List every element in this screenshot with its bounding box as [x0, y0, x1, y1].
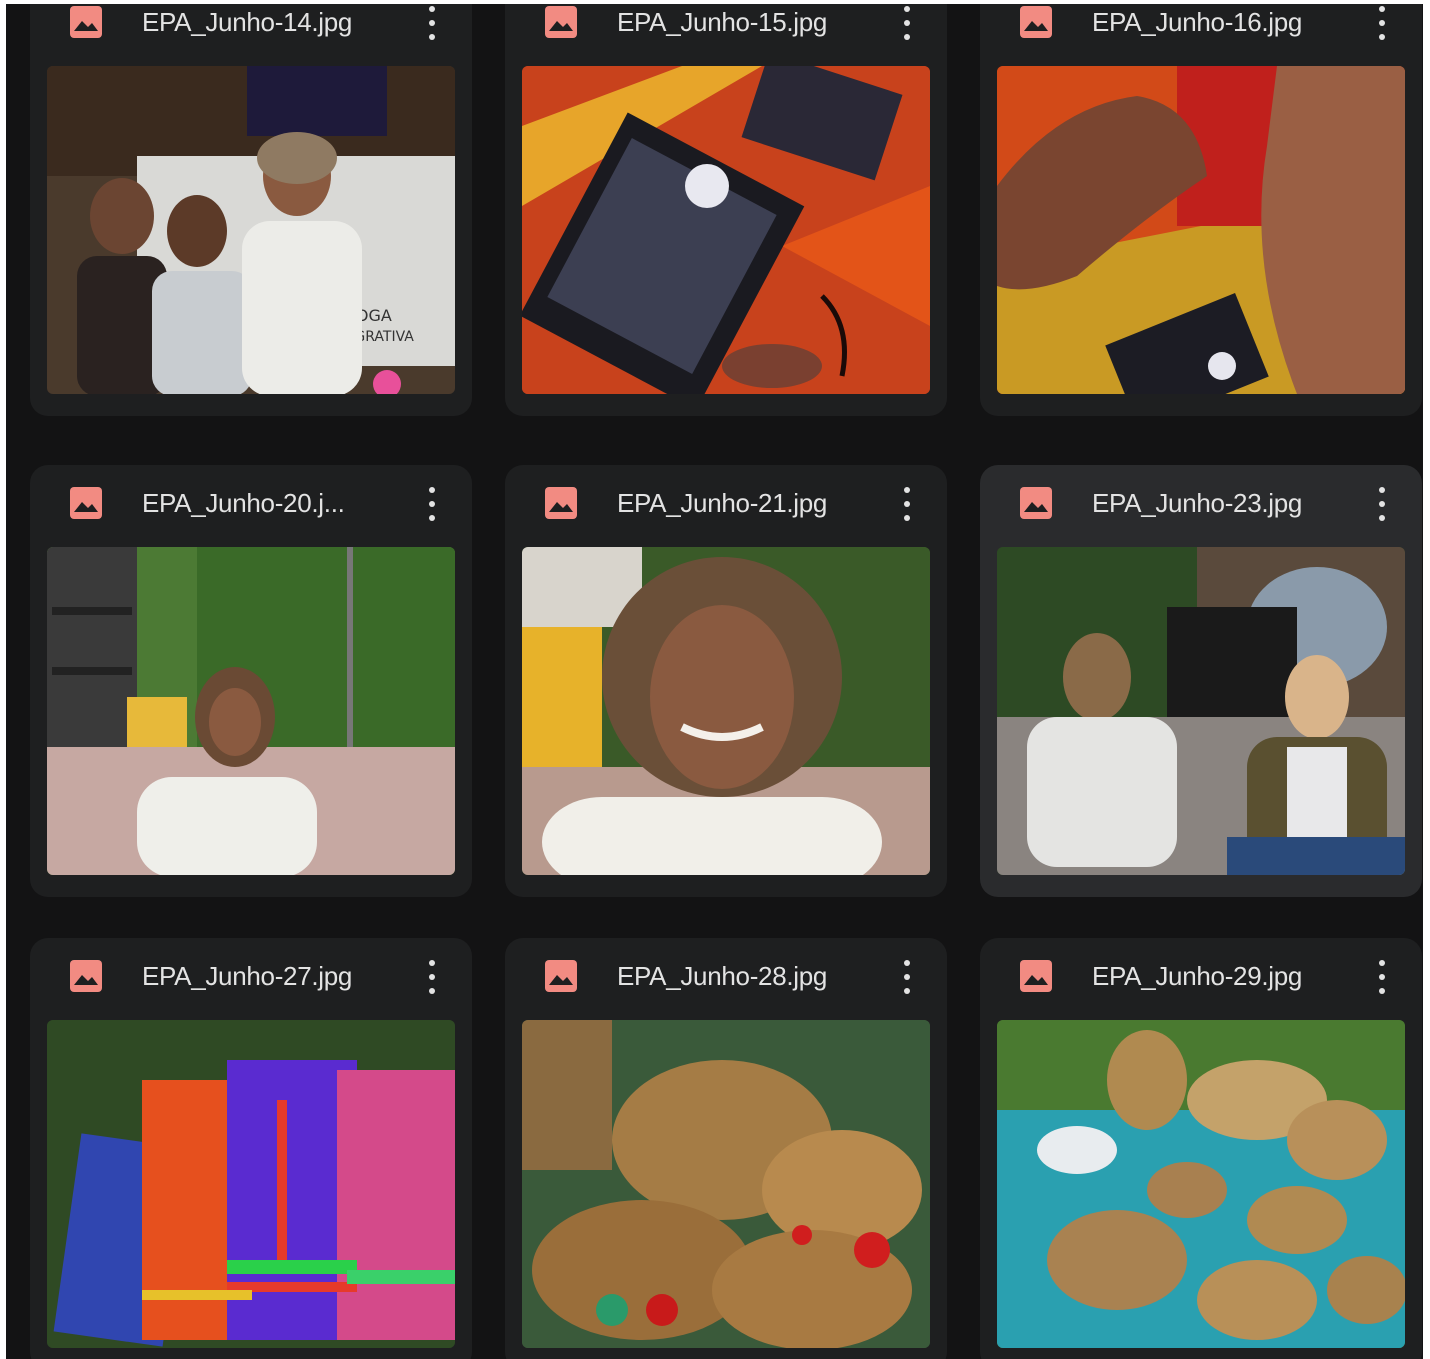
more-vert-icon[interactable]: [1370, 4, 1394, 42]
file-thumbnail[interactable]: [522, 547, 930, 875]
image-file-icon: [1020, 960, 1052, 992]
image-file-icon: [1020, 6, 1052, 38]
image-file-icon: [545, 487, 577, 519]
file-card[interactable]: EPA_Junho-27.jpg: [30, 938, 472, 1359]
file-card[interactable]: EPA_Junho-28.jpg: [505, 938, 947, 1359]
image-file-icon: [70, 960, 102, 992]
more-vert-icon[interactable]: [1370, 958, 1394, 996]
more-vert-icon[interactable]: [420, 485, 444, 523]
image-file-icon: [70, 6, 102, 38]
file-thumbnail[interactable]: [47, 547, 455, 875]
file-card-header: EPA_Junho-20.j...: [30, 465, 472, 547]
more-vert-icon[interactable]: [1370, 485, 1394, 523]
file-name[interactable]: EPA_Junho-20.j...: [142, 485, 392, 521]
file-card-header: EPA_Junho-29.jpg: [980, 938, 1422, 1020]
file-card[interactable]: EPA_Junho-16.jpg: [980, 4, 1422, 416]
file-name[interactable]: EPA_Junho-15.jpg: [617, 4, 867, 40]
file-card[interactable]: EPA_Junho-21.jpg: [505, 465, 947, 897]
file-name[interactable]: EPA_Junho-29.jpg: [1092, 958, 1342, 994]
file-name[interactable]: EPA_Junho-21.jpg: [617, 485, 867, 521]
file-thumbnail[interactable]: [522, 1020, 930, 1348]
file-card-header: EPA_Junho-14.jpg: [30, 4, 472, 66]
file-thumbnail[interactable]: [997, 1020, 1405, 1348]
file-name[interactable]: EPA_Junho-23.jpg: [1092, 485, 1342, 521]
file-thumbnail[interactable]: YOGA TEGRATIVA: [47, 66, 455, 394]
file-name[interactable]: EPA_Junho-27.jpg: [142, 958, 392, 994]
file-grid: EPA_Junho-14.jpg YOGA TEGRATIVA EPA_Junh…: [6, 4, 1423, 1359]
file-card-header: EPA_Junho-28.jpg: [505, 938, 947, 1020]
image-file-icon: [545, 960, 577, 992]
file-name[interactable]: EPA_Junho-16.jpg: [1092, 4, 1342, 40]
file-card[interactable]: EPA_Junho-15.jpg: [505, 4, 947, 416]
more-vert-icon[interactable]: [895, 4, 919, 42]
more-vert-icon[interactable]: [420, 958, 444, 996]
image-file-icon: [1020, 487, 1052, 519]
file-thumbnail[interactable]: [522, 66, 930, 394]
file-name[interactable]: EPA_Junho-14.jpg: [142, 4, 392, 40]
more-vert-icon[interactable]: [420, 4, 444, 42]
file-card-header: EPA_Junho-21.jpg: [505, 465, 947, 547]
file-thumbnail[interactable]: [997, 66, 1405, 394]
more-vert-icon[interactable]: [895, 485, 919, 523]
file-name[interactable]: EPA_Junho-28.jpg: [617, 958, 867, 994]
file-card-header: EPA_Junho-27.jpg: [30, 938, 472, 1020]
file-card-header: EPA_Junho-16.jpg: [980, 4, 1422, 66]
image-file-icon: [545, 6, 577, 38]
image-file-icon: [70, 487, 102, 519]
more-vert-icon[interactable]: [895, 958, 919, 996]
file-card[interactable]: EPA_Junho-29.jpg: [980, 938, 1422, 1359]
file-card-header: EPA_Junho-15.jpg: [505, 4, 947, 66]
file-thumbnail[interactable]: [997, 547, 1405, 875]
file-card[interactable]: EPA_Junho-20.j...: [30, 465, 472, 897]
file-card-header: EPA_Junho-23.jpg: [980, 465, 1422, 547]
file-grid-view: EPA_Junho-14.jpg YOGA TEGRATIVA EPA_Junh…: [6, 4, 1423, 1359]
file-card[interactable]: EPA_Junho-23.jpg: [980, 465, 1422, 897]
file-thumbnail[interactable]: [47, 1020, 455, 1348]
file-card[interactable]: EPA_Junho-14.jpg YOGA TEGRATIVA: [30, 4, 472, 416]
